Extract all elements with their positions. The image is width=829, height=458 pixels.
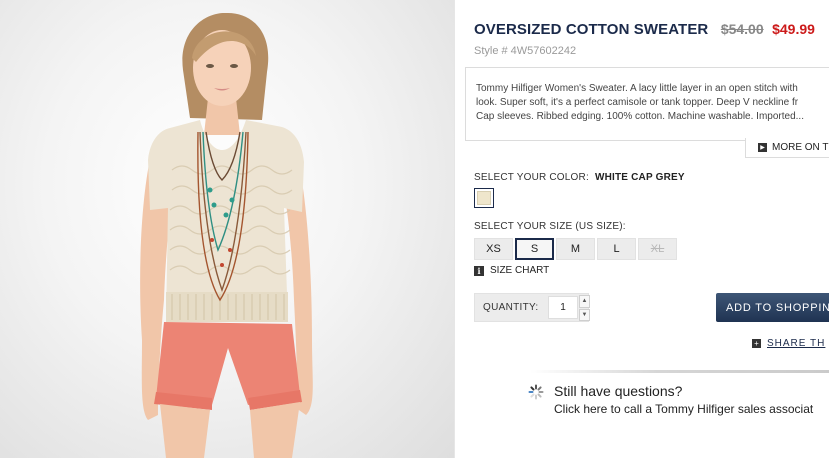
size-option-xs[interactable]: XS bbox=[474, 238, 513, 260]
add-to-bag-button[interactable]: ADD TO SHOPPING bbox=[716, 293, 829, 322]
size-option-s[interactable]: S bbox=[515, 238, 554, 260]
share-label: SHARE TH bbox=[767, 338, 826, 349]
decrease-icon[interactable]: ▼ bbox=[579, 308, 590, 321]
loading-spinner-icon bbox=[528, 384, 544, 400]
swatch-fill bbox=[477, 191, 491, 205]
quantity-label: QUANTITY: bbox=[483, 302, 539, 313]
quantity-control: QUANTITY: 1 ▲ ▼ bbox=[474, 293, 590, 322]
size-options: XS S M L XL bbox=[474, 238, 677, 260]
size-selector-label: SELECT YOUR SIZE (US SIZE): bbox=[474, 221, 626, 232]
original-price: $54.00 bbox=[720, 21, 764, 37]
product-title: OVERSIZED COTTON SWEATER bbox=[474, 21, 709, 38]
color-selector-label: SELECT YOUR COLOR: WHITE CAP GREY bbox=[474, 172, 685, 183]
help-title: Still have questions? bbox=[554, 383, 683, 399]
description-line: look. Super soft, it's a perfect camisol… bbox=[476, 97, 799, 108]
size-option-l[interactable]: L bbox=[597, 238, 636, 260]
title-row: OVERSIZED COTTON SWEATER $54.00 $49.99 bbox=[474, 21, 815, 39]
plus-icon: + bbox=[752, 339, 761, 348]
description-box: Tommy Hilfiger Women's Sweater. A lacy l… bbox=[465, 67, 829, 141]
color-label-text: SELECT YOUR COLOR: bbox=[474, 172, 589, 183]
size-chart-label: SIZE CHART bbox=[490, 265, 550, 276]
more-info-tab[interactable]: ▶ MORE ON T bbox=[745, 138, 829, 158]
size-chart-link[interactable]: i SIZE CHART bbox=[474, 265, 549, 276]
share-link[interactable]: + SHARE TH bbox=[752, 338, 825, 349]
quantity-stepper: ▲ ▼ bbox=[579, 295, 590, 321]
product-details: OVERSIZED COTTON SWEATER $54.00 $49.99 S… bbox=[455, 0, 829, 458]
arrow-right-icon: ▶ bbox=[758, 143, 767, 152]
info-icon: i bbox=[474, 265, 484, 276]
style-number: Style # 4W57602242 bbox=[474, 45, 577, 57]
size-option-xl: XL bbox=[638, 238, 677, 260]
increase-icon[interactable]: ▲ bbox=[579, 295, 590, 308]
help-subtitle: Click here to call a Tommy Hilfiger sale… bbox=[554, 402, 814, 416]
model-illustration bbox=[140, 12, 313, 458]
size-option-m[interactable]: M bbox=[556, 238, 595, 260]
selected-color-name: WHITE CAP GREY bbox=[594, 172, 685, 183]
quantity-input[interactable]: 1 bbox=[548, 296, 578, 319]
more-info-label: MORE ON T bbox=[772, 142, 829, 153]
sale-price: $49.99 bbox=[772, 21, 815, 37]
description-line: Cap sleeves. Ribbed edging. 100% cotton.… bbox=[476, 111, 804, 122]
color-swatch-white-cap-grey[interactable] bbox=[474, 188, 494, 208]
product-photo bbox=[0, 0, 455, 458]
description-line: Tommy Hilfiger Women's Sweater. A lacy l… bbox=[476, 83, 798, 94]
divider bbox=[530, 370, 829, 373]
